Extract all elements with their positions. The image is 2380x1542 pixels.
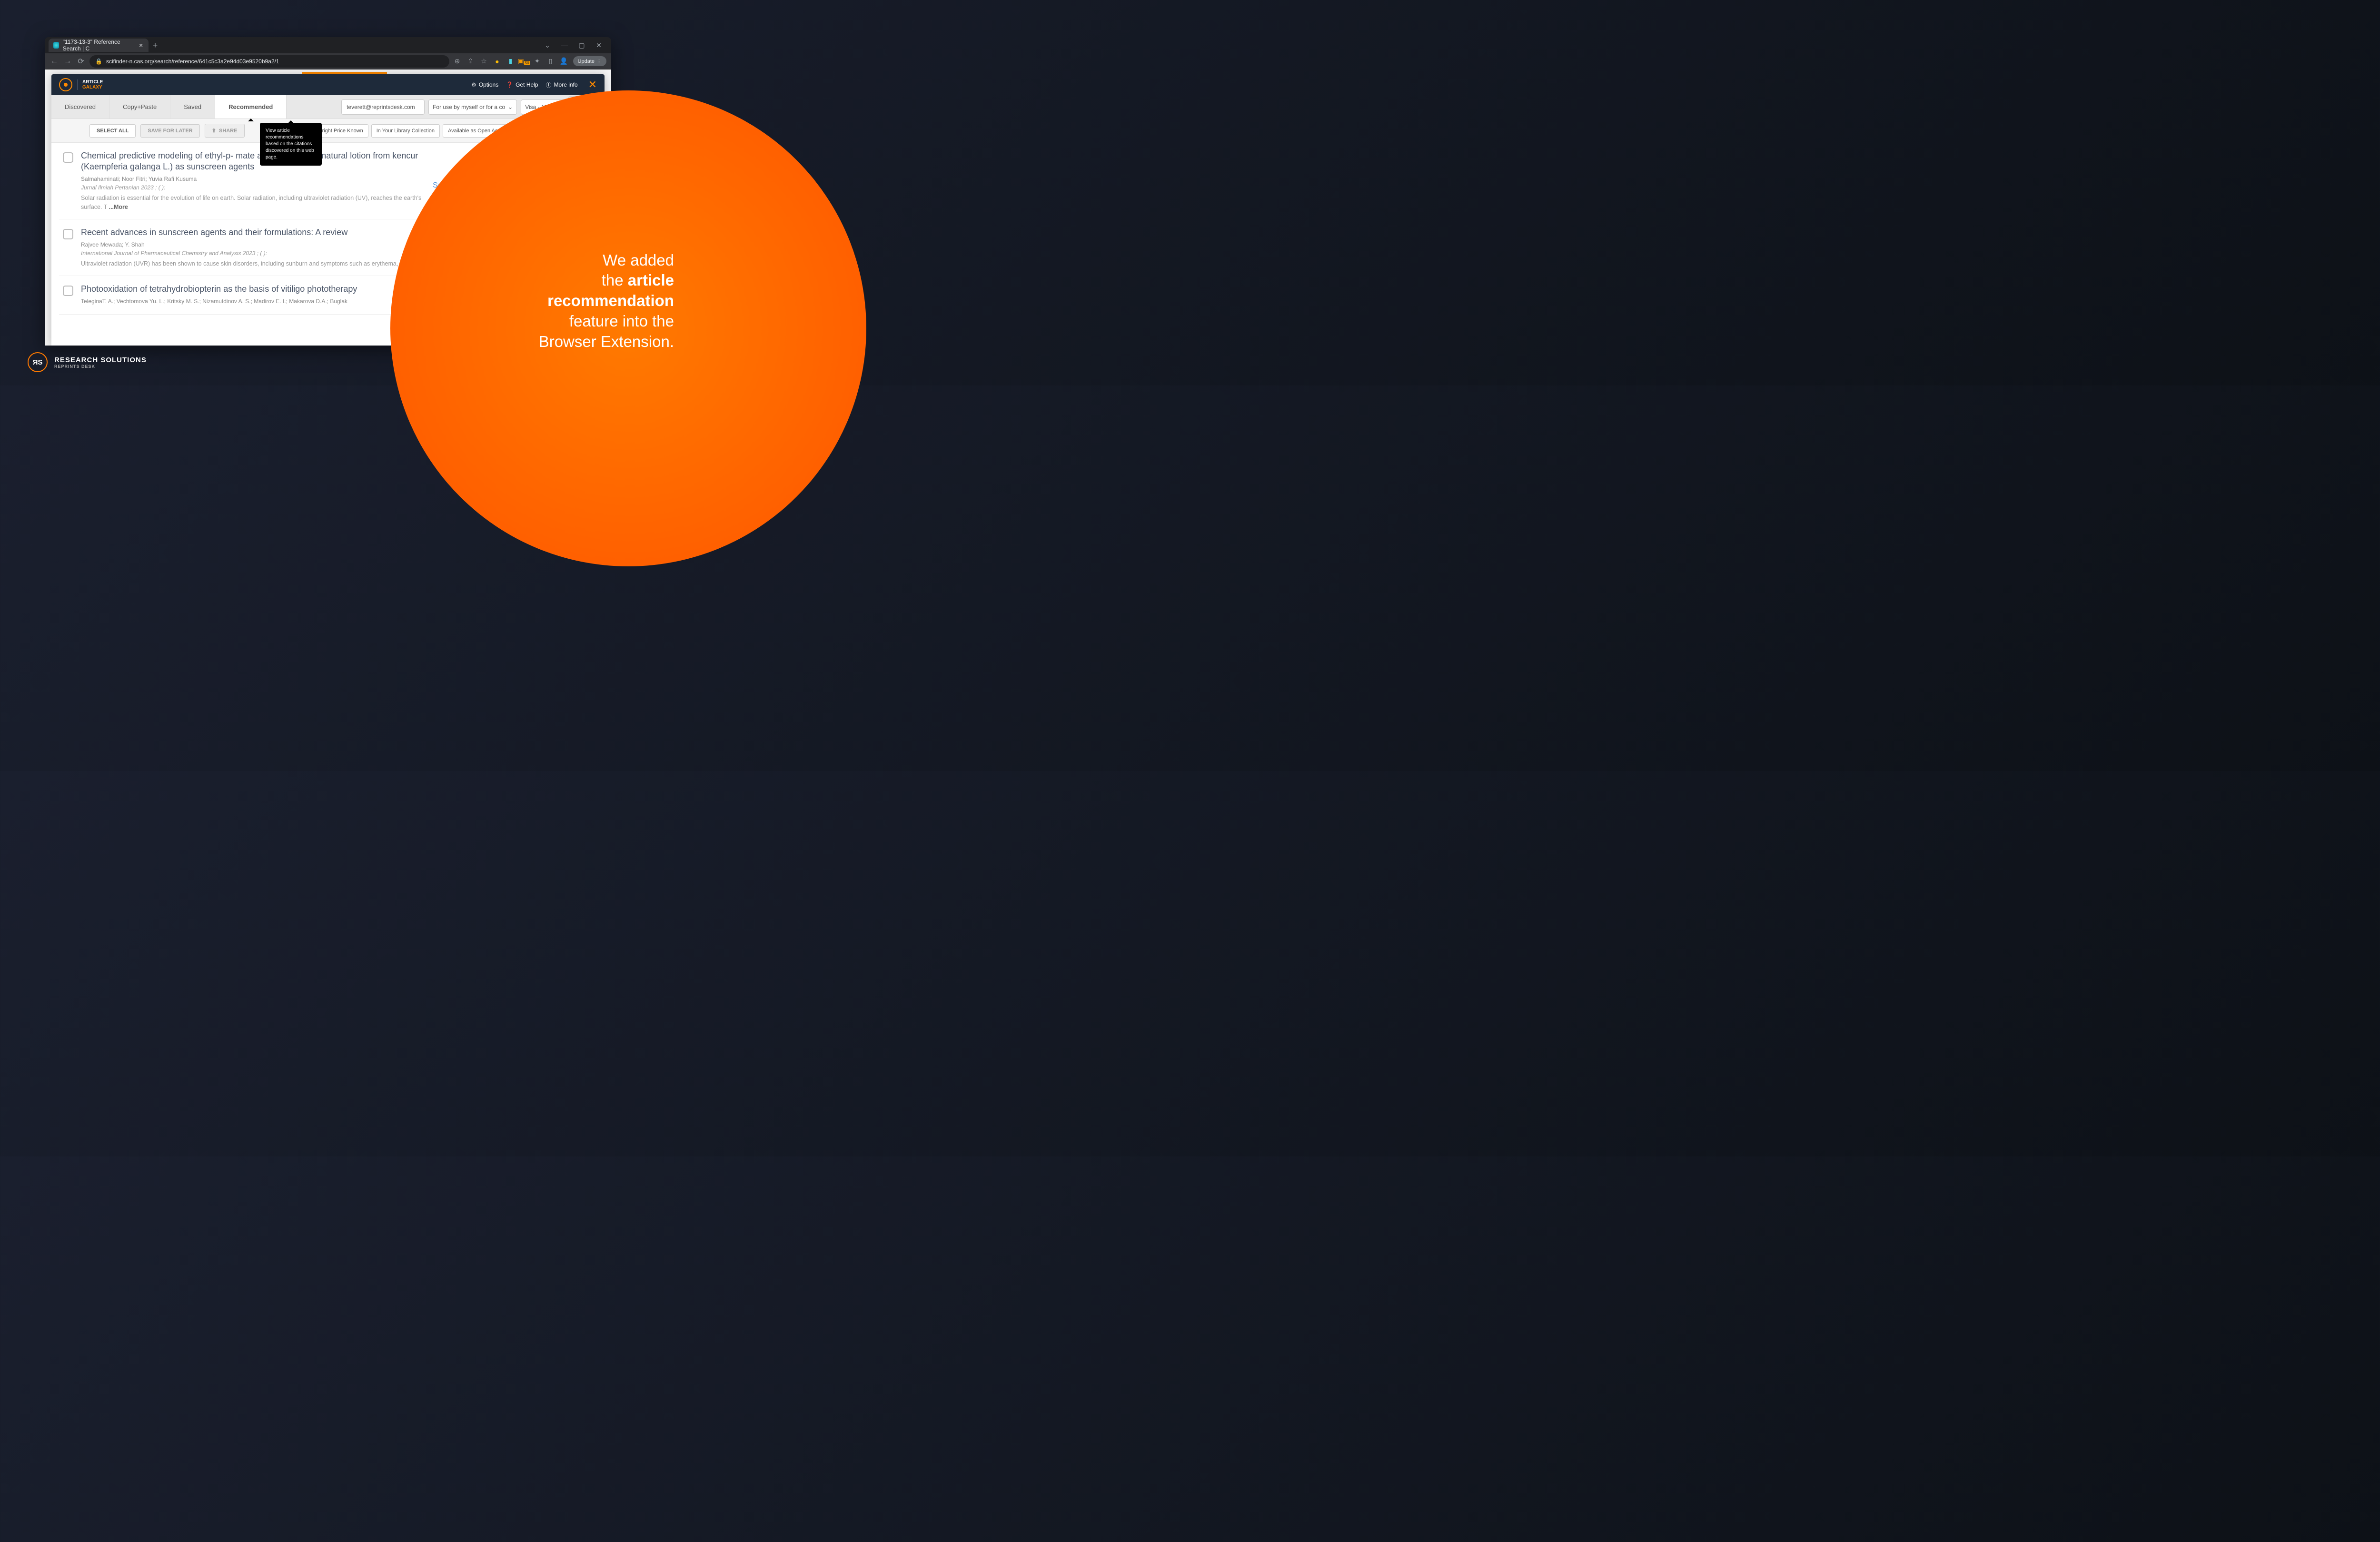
toolbar-icons: ⊕ ⇪ ☆ ● ▮ ▣50 ✦ ▯ 👤 Update⋮: [453, 56, 606, 66]
tab-discovered[interactable]: Discovered: [51, 95, 109, 119]
email-field[interactable]: [341, 99, 425, 115]
article-abstract: Solar radiation is essential for the evo…: [81, 194, 425, 212]
back-icon[interactable]: ←: [50, 57, 59, 66]
lock-icon: 🔒: [95, 58, 102, 65]
profile-icon[interactable]: 👤: [560, 57, 568, 66]
rs-logo-mark: ЯS: [28, 352, 48, 372]
extension-badge-icon[interactable]: ▣50: [520, 57, 528, 66]
new-tab-button[interactable]: +: [149, 39, 162, 52]
star-icon[interactable]: ☆: [480, 57, 488, 66]
article-title[interactable]: Chemical predictive modeling of ethyl-p-…: [81, 150, 425, 173]
save-for-later-button[interactable]: SAVE FOR LATER: [140, 124, 199, 138]
recommended-tooltip: View article recommendations based on th…: [260, 123, 322, 166]
footer-brand: RESEARCH SOLUTIONS: [54, 356, 147, 364]
tab-saved[interactable]: Saved: [170, 95, 215, 119]
chevron-down-icon: ⌄: [508, 104, 513, 110]
footer-subbrand: REPRINTS DESK: [54, 364, 147, 369]
close-window-icon[interactable]: ✕: [594, 40, 604, 50]
options-button[interactable]: ⚙Options: [471, 81, 498, 88]
extension-header: ARTICLE GALAXY ⚙Options ❓Get Help ⓘMore …: [51, 74, 605, 95]
article-authors: Salmahaminati; Noor Fitri; Yuvia Rafi Ku…: [81, 176, 425, 182]
extension-icon-1[interactable]: ▮: [506, 57, 515, 66]
tab-title: "1173-13-3" Reference Search | C: [63, 39, 135, 52]
gear-icon: ⚙: [471, 81, 476, 88]
update-button[interactable]: Update⋮: [573, 56, 606, 66]
url-text: scifinder-n.cas.org/search/reference/641…: [106, 58, 279, 65]
zoom-icon[interactable]: ⊕: [453, 57, 462, 66]
article-checkbox[interactable]: [63, 229, 73, 239]
favicon: [53, 42, 59, 49]
puzzle-icon[interactable]: ✦: [533, 57, 542, 66]
article-checkbox[interactable]: [63, 286, 73, 296]
maximize-icon[interactable]: ▢: [577, 40, 586, 50]
extension-header-actions: ⚙Options ❓Get Help ⓘMore info ✕: [471, 79, 597, 91]
browser-tab[interactable]: "1173-13-3" Reference Search | C ×: [49, 39, 149, 52]
article-journal: Jurnal Ilmiah Pertanian 2023 ; ( ):: [81, 184, 425, 191]
filter-library[interactable]: In Your Library Collection: [371, 124, 440, 138]
usage-select[interactable]: For use by myself or for a co⌄: [428, 99, 517, 115]
help-icon: ❓: [506, 81, 513, 88]
footer-logo: ЯS RESEARCH SOLUTIONS REPRINTS DESK: [28, 352, 147, 372]
more-link[interactable]: ...More: [109, 204, 128, 210]
close-panel-icon[interactable]: ✕: [588, 79, 597, 91]
panel-icon[interactable]: ▯: [546, 57, 555, 66]
share-icon[interactable]: ⇪: [466, 57, 475, 66]
chevron-down-icon[interactable]: ⌄: [543, 40, 552, 50]
kebab-icon: ⋮: [596, 58, 602, 64]
window-controls: ⌄ — ▢ ✕: [543, 40, 607, 50]
article-galaxy-logo: ARTICLE GALAXY: [59, 78, 103, 91]
browser-tab-strip: "1173-13-3" Reference Search | C × + ⌄ —…: [45, 37, 611, 53]
forward-icon[interactable]: →: [63, 57, 72, 66]
overlay-caption: We added the article recommendation feat…: [539, 250, 674, 352]
chrome-icon[interactable]: ●: [493, 57, 502, 66]
select-all-button[interactable]: SELECT ALL: [89, 124, 136, 138]
article-checkbox[interactable]: [63, 152, 73, 163]
more-info-button[interactable]: ⓘMore info: [546, 81, 578, 89]
info-icon: ⓘ: [546, 81, 552, 89]
logo-mark-icon: [59, 78, 72, 91]
tab-recommended[interactable]: Recommended: [215, 95, 287, 119]
help-button[interactable]: ❓Get Help: [506, 81, 538, 88]
url-bar[interactable]: 🔒 scifinder-n.cas.org/search/reference/6…: [89, 55, 449, 68]
minimize-icon[interactable]: —: [560, 40, 569, 50]
close-icon[interactable]: ×: [138, 42, 144, 49]
tab-copy-paste[interactable]: Copy+Paste: [109, 95, 170, 119]
address-bar: ← → ⟳ 🔒 scifinder-n.cas.org/search/refer…: [45, 53, 611, 69]
share-button[interactable]: ⇪SHARE: [205, 124, 245, 138]
reload-icon[interactable]: ⟳: [76, 57, 86, 66]
share-icon: ⇪: [212, 128, 216, 134]
